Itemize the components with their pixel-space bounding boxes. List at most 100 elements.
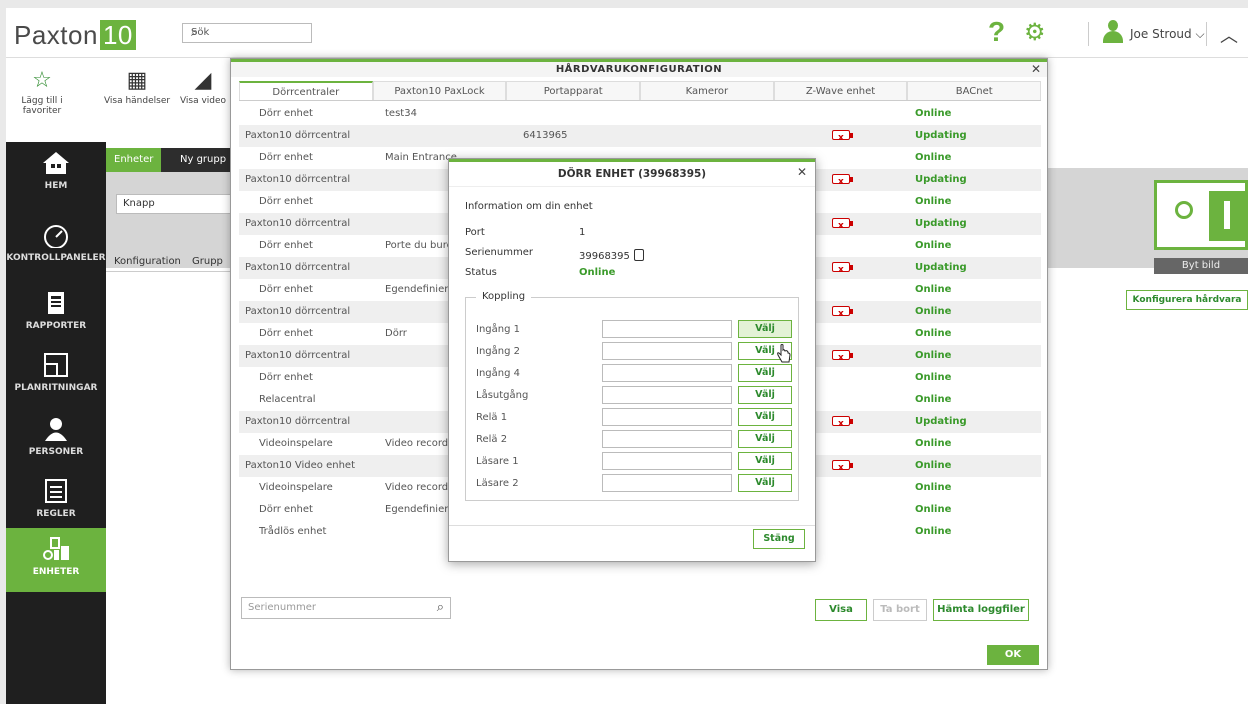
close-icon[interactable]: ✕ [1031, 62, 1041, 76]
change-image-button[interactable]: Byt bild [1154, 258, 1248, 274]
connection-label: Ingång 4 [476, 368, 520, 379]
connection-field[interactable] [602, 452, 732, 470]
sidebar-item-floorplans[interactable]: PLANRITNINGAR [6, 344, 106, 406]
sidebar-item-reports[interactable]: RAPPORTER [6, 282, 106, 344]
show-button[interactable]: Visa [815, 599, 867, 621]
tab-bacnet[interactable]: BACnet [907, 81, 1042, 100]
add-favorite-button[interactable]: ☆ Lägg till i favoriter [12, 68, 72, 116]
sidebar-item-devices[interactable]: ENHETER [6, 528, 106, 592]
get-logs-button[interactable]: Hämta loggfiler [933, 599, 1029, 621]
divider [1206, 22, 1207, 46]
device-type: Videoinspelare [259, 482, 333, 493]
battery-empty-icon [832, 259, 853, 281]
connection-field[interactable] [602, 342, 732, 360]
connection-field[interactable] [602, 320, 732, 338]
show-events-button[interactable]: ▦ Visa händelser [98, 68, 176, 106]
connection-row: Ingång 2 Välj [466, 340, 798, 362]
tab-configuration[interactable]: Konfiguration [114, 256, 181, 267]
connection-label: Läsare 2 [476, 478, 519, 489]
device-type: Dörr enhet [259, 196, 313, 207]
sidebar: HEM KONTROLLPANELER RAPPORTER PLANRITNIN… [6, 142, 106, 704]
device-type: Paxton10 dörrcentral [245, 350, 351, 361]
status-badge: Online [915, 372, 952, 383]
status-badge: Online [915, 108, 952, 119]
connection-row: Läsare 2 Välj [466, 472, 798, 494]
show-video-button[interactable]: ◢ Visa video [178, 68, 228, 106]
tab-paxlock[interactable]: Paxton10 PaxLock [372, 81, 507, 100]
close-dialog-button[interactable]: Stäng [753, 529, 805, 549]
sidebar-item-rules[interactable]: REGLER [6, 470, 106, 532]
user-menu[interactable]: Joe Stroud ⌵ [1130, 27, 1205, 42]
battery-empty-icon [832, 457, 853, 479]
connection-field[interactable] [602, 430, 732, 448]
device-type: Trådlös enhet [259, 526, 327, 537]
sidebar-item-persons[interactable]: PERSONER [6, 408, 106, 470]
paxton-logo[interactable]: Paxton 10 [14, 20, 136, 51]
connection-label: Låsutgång [476, 390, 529, 401]
dialog-title: DÖRR ENHET (39968395) [449, 159, 815, 187]
select-button[interactable]: Välj [738, 408, 792, 426]
search-icon[interactable]: ⌕ [437, 598, 444, 618]
device-type: Dörr enhet [259, 108, 313, 119]
connection-field[interactable] [602, 386, 732, 404]
modal-title: HÅRDVARUKONFIGURATION [231, 59, 1047, 77]
connection-label: Relä 2 [476, 434, 508, 445]
select-button[interactable]: Välj [738, 474, 792, 492]
status-badge: Online [915, 394, 952, 405]
camera-icon: ◢ [194, 68, 212, 93]
status-badge: Updating [915, 416, 967, 427]
tab-group[interactable]: Grupp [192, 256, 223, 267]
tab-entry-panel[interactable]: Portapparat [506, 81, 641, 100]
configure-hardware-button[interactable]: Konfigurera hårdvara [1126, 290, 1248, 310]
copy-icon[interactable] [633, 249, 644, 261]
search-icon[interactable]: ⌕ [191, 25, 305, 40]
user-icon[interactable] [1102, 20, 1124, 44]
remove-button[interactable]: Ta bort [873, 599, 927, 621]
help-icon[interactable]: ? [988, 16, 1005, 48]
chevron-up-icon[interactable]: ︿ [1220, 22, 1238, 48]
battery-empty-icon [832, 171, 853, 193]
divider [1088, 22, 1089, 46]
close-icon[interactable]: ✕ [797, 165, 807, 179]
status-badge: Online [915, 306, 952, 317]
select-button[interactable]: Välj [738, 320, 792, 338]
divider [449, 525, 815, 526]
device-image [1154, 180, 1248, 250]
table-row[interactable]: Paxton10 dörrcentral 6413965 Updating [239, 125, 1041, 149]
breadcrumb-new-group[interactable]: Ny grupp [180, 148, 226, 172]
connection-field[interactable] [602, 474, 732, 492]
events-icon: ▦ [126, 68, 148, 93]
tab-door-controllers[interactable]: Dörrcentraler [239, 81, 373, 100]
sidebar-item-home[interactable]: HEM [6, 142, 106, 204]
select-button[interactable]: Välj [738, 430, 792, 448]
table-row[interactable]: Dörr enhet test34 Online [239, 103, 1041, 125]
select-button[interactable]: Välj [738, 452, 792, 470]
star-icon: ☆ [32, 68, 52, 93]
select-button[interactable]: Välj [738, 386, 792, 404]
serial-label: Serienummer [465, 247, 533, 258]
status-badge: Online [915, 328, 952, 339]
battery-empty-icon [832, 215, 853, 237]
tab-zwave[interactable]: Z-Wave enhet [773, 81, 908, 100]
connection-label: Ingång 2 [476, 346, 520, 357]
connection-field[interactable] [602, 408, 732, 426]
select-button[interactable]: Välj [738, 364, 792, 382]
status-badge: Online [915, 504, 952, 515]
knapp-field[interactable]: Knapp [116, 194, 236, 214]
sidebar-item-control-panels[interactable]: KONTROLLPANELER [6, 214, 106, 276]
port-label: Port [465, 227, 485, 238]
favorites-toolbar: ☆ Lägg till i favoriter ▦ Visa händelser… [6, 58, 236, 142]
serial-search-input[interactable]: Serienummer ⌕ [241, 597, 451, 619]
ok-button[interactable]: OK [987, 645, 1039, 665]
global-search[interactable]: Sök ⌕ [182, 23, 312, 43]
connection-field[interactable] [602, 364, 732, 382]
status-badge: Online [915, 460, 952, 471]
device-type: Dörr enhet [259, 240, 313, 251]
status-badge: Online [915, 482, 952, 493]
connection-legend: Koppling [476, 291, 532, 302]
floorplan-icon [41, 352, 71, 378]
gear-icon[interactable]: ⚙ [1024, 18, 1046, 46]
tab-cameras[interactable]: Kameror [640, 81, 774, 100]
breadcrumb-devices[interactable]: Enheter [106, 148, 162, 172]
app-window: Paxton 10 Sök ⌕ ? ⚙ Joe Stroud ⌵ ︿ ☆ Lägg… [6, 8, 1248, 704]
